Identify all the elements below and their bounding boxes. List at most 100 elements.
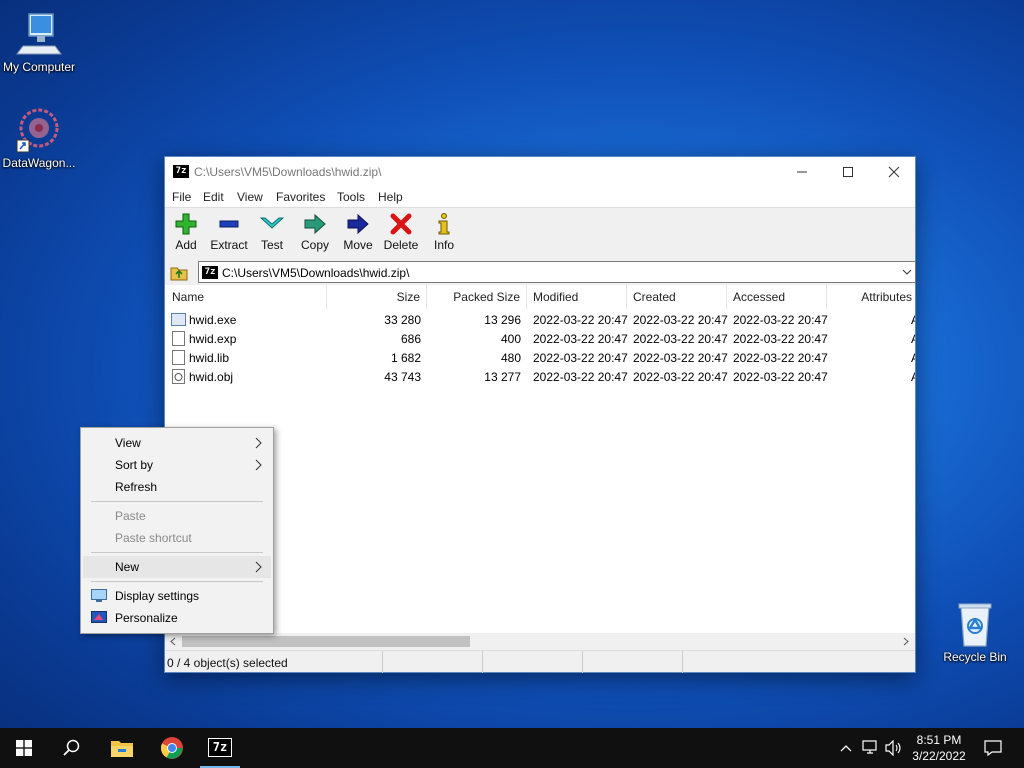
personalize-icon [91, 611, 107, 623]
show-hidden-icons-button[interactable] [836, 728, 856, 768]
taskbar-file-explorer[interactable] [98, 728, 146, 768]
volume-tray-button[interactable] [884, 728, 904, 768]
chevron-right-icon [255, 459, 262, 471]
extract-label: Extract [210, 238, 248, 252]
menu-help[interactable]: Help [378, 190, 403, 204]
menu-item-refresh[interactable]: Refresh [83, 476, 271, 498]
column-created[interactable]: Created [627, 285, 727, 309]
scrollbar-thumb[interactable] [182, 636, 470, 647]
menu-file[interactable]: File [172, 190, 191, 204]
scroll-right-icon[interactable] [902, 637, 910, 646]
extract-button[interactable]: Extract [208, 211, 250, 252]
menu-separator [91, 501, 263, 502]
move-icon [337, 211, 379, 235]
menu-item-personalize[interactable]: Personalize [83, 607, 271, 629]
obj-file-icon [172, 369, 185, 384]
desktop-icon-label: Recycle Bin [943, 650, 1007, 664]
table-row[interactable]: hwid.obj 43 743 13 277 2022-03-22 20:47 … [165, 367, 915, 386]
menu-item-paste-shortcut: Paste shortcut [115, 531, 192, 545]
test-icon [251, 211, 293, 235]
minimize-button[interactable] [779, 157, 825, 187]
7zip-file-manager-window: 7z C:\Users\VM5\Downloads\hwid.zip\ File… [164, 156, 916, 673]
column-packed-size[interactable]: Packed Size [427, 285, 527, 309]
test-button[interactable]: Test [251, 211, 293, 252]
move-label: Move [343, 238, 373, 252]
system-clock[interactable]: 8:51 PM 3/22/2022 [904, 732, 974, 764]
start-button[interactable] [0, 728, 48, 768]
info-button[interactable]: Info [423, 211, 465, 252]
table-row[interactable]: hwid.exe 33 280 13 296 2022-03-22 20:47 … [165, 310, 915, 329]
delete-icon [380, 211, 422, 235]
clock-date: 3/22/2022 [912, 749, 966, 763]
copy-button[interactable]: Copy [294, 211, 336, 252]
network-icon [862, 740, 877, 754]
speaker-icon [885, 740, 901, 756]
file-icon [172, 350, 185, 365]
menu-bar: File Edit View Favorites Tools Help [165, 187, 915, 207]
7zip-taskbar-icon: 7z [208, 738, 232, 757]
folder-up-button[interactable] [169, 262, 189, 282]
action-center-button[interactable] [978, 728, 1008, 768]
taskbar-chrome[interactable] [148, 728, 196, 768]
menu-item-new[interactable]: New [83, 556, 271, 578]
table-row[interactable]: hwid.lib 1 682 480 2022-03-22 20:47 2022… [165, 348, 915, 367]
copy-icon [294, 211, 336, 235]
column-size[interactable]: Size [327, 285, 427, 309]
network-tray-button[interactable] [860, 728, 882, 768]
desktop-icon-datawagon[interactable]: DataWagon... [1, 106, 77, 170]
display-settings-icon [91, 589, 107, 602]
address-bar: 7z C:\Users\VM5\Downloads\hwid.zip\ [165, 259, 916, 285]
clock-time: 8:51 PM [916, 733, 962, 747]
exe-file-icon [171, 313, 186, 326]
file-icon [172, 331, 185, 346]
desktop-icon-recycle-bin[interactable]: Recycle Bin [937, 600, 1013, 664]
search-button[interactable] [48, 728, 96, 768]
taskbar: 7z 8:51 PM 3/22/2022 [0, 728, 1024, 768]
info-label: Info [433, 238, 454, 252]
menu-item-paste: Paste [115, 509, 146, 523]
address-field[interactable]: 7z C:\Users\VM5\Downloads\hwid.zip\ [198, 261, 916, 283]
test-label: Test [260, 238, 283, 252]
notification-icon [984, 740, 1002, 756]
column-modified[interactable]: Modified [527, 285, 627, 309]
title-bar[interactable]: 7z C:\Users\VM5\Downloads\hwid.zip\ [165, 157, 915, 187]
menu-tools[interactable]: Tools [337, 190, 365, 204]
close-button[interactable] [871, 157, 917, 187]
move-button[interactable]: Move [337, 211, 379, 252]
add-icon [165, 211, 207, 235]
folder-icon [111, 741, 133, 757]
add-button[interactable]: Add [165, 211, 207, 252]
menu-item-view[interactable]: View [83, 432, 271, 454]
menu-edit[interactable]: Edit [203, 190, 224, 204]
desktop-context-menu: View Sort by Refresh Paste Paste shortcu… [80, 427, 274, 634]
chevron-right-icon [255, 561, 262, 573]
taskbar-7zip[interactable]: 7z [196, 728, 244, 768]
selection-status: 0 / 4 object(s) selected [167, 656, 288, 670]
chrome-icon [161, 737, 183, 759]
chevron-right-icon [255, 437, 262, 449]
windows-logo-icon [16, 740, 32, 756]
copy-label: Copy [300, 238, 329, 252]
desktop-icon-my-computer[interactable]: My Computer [1, 10, 77, 74]
scroll-left-icon[interactable] [169, 637, 177, 646]
maximize-button[interactable] [825, 157, 871, 187]
menu-separator [91, 581, 263, 582]
extract-icon [208, 211, 250, 235]
column-name[interactable]: Name [165, 285, 327, 309]
column-attributes[interactable]: Attributes [827, 285, 915, 309]
delete-button[interactable]: Delete [380, 211, 422, 252]
7zip-app-icon: 7z [173, 165, 189, 178]
table-row[interactable]: hwid.exp 686 400 2022-03-22 20:47 2022-0… [165, 329, 915, 348]
menu-view[interactable]: View [237, 190, 263, 204]
add-label: Add [175, 238, 197, 252]
horizontal-scrollbar[interactable] [165, 633, 915, 650]
window-title: C:\Users\VM5\Downloads\hwid.zip\ [194, 165, 382, 179]
7zip-archive-icon: 7z [202, 266, 218, 279]
column-accessed[interactable]: Accessed [727, 285, 827, 309]
chevron-down-icon[interactable] [902, 267, 912, 277]
menu-separator [91, 552, 263, 553]
delete-label: Delete [383, 238, 419, 252]
menu-item-sort-by[interactable]: Sort by [83, 454, 271, 476]
menu-item-display-settings[interactable]: Display settings [83, 585, 271, 607]
menu-favorites[interactable]: Favorites [276, 190, 325, 204]
